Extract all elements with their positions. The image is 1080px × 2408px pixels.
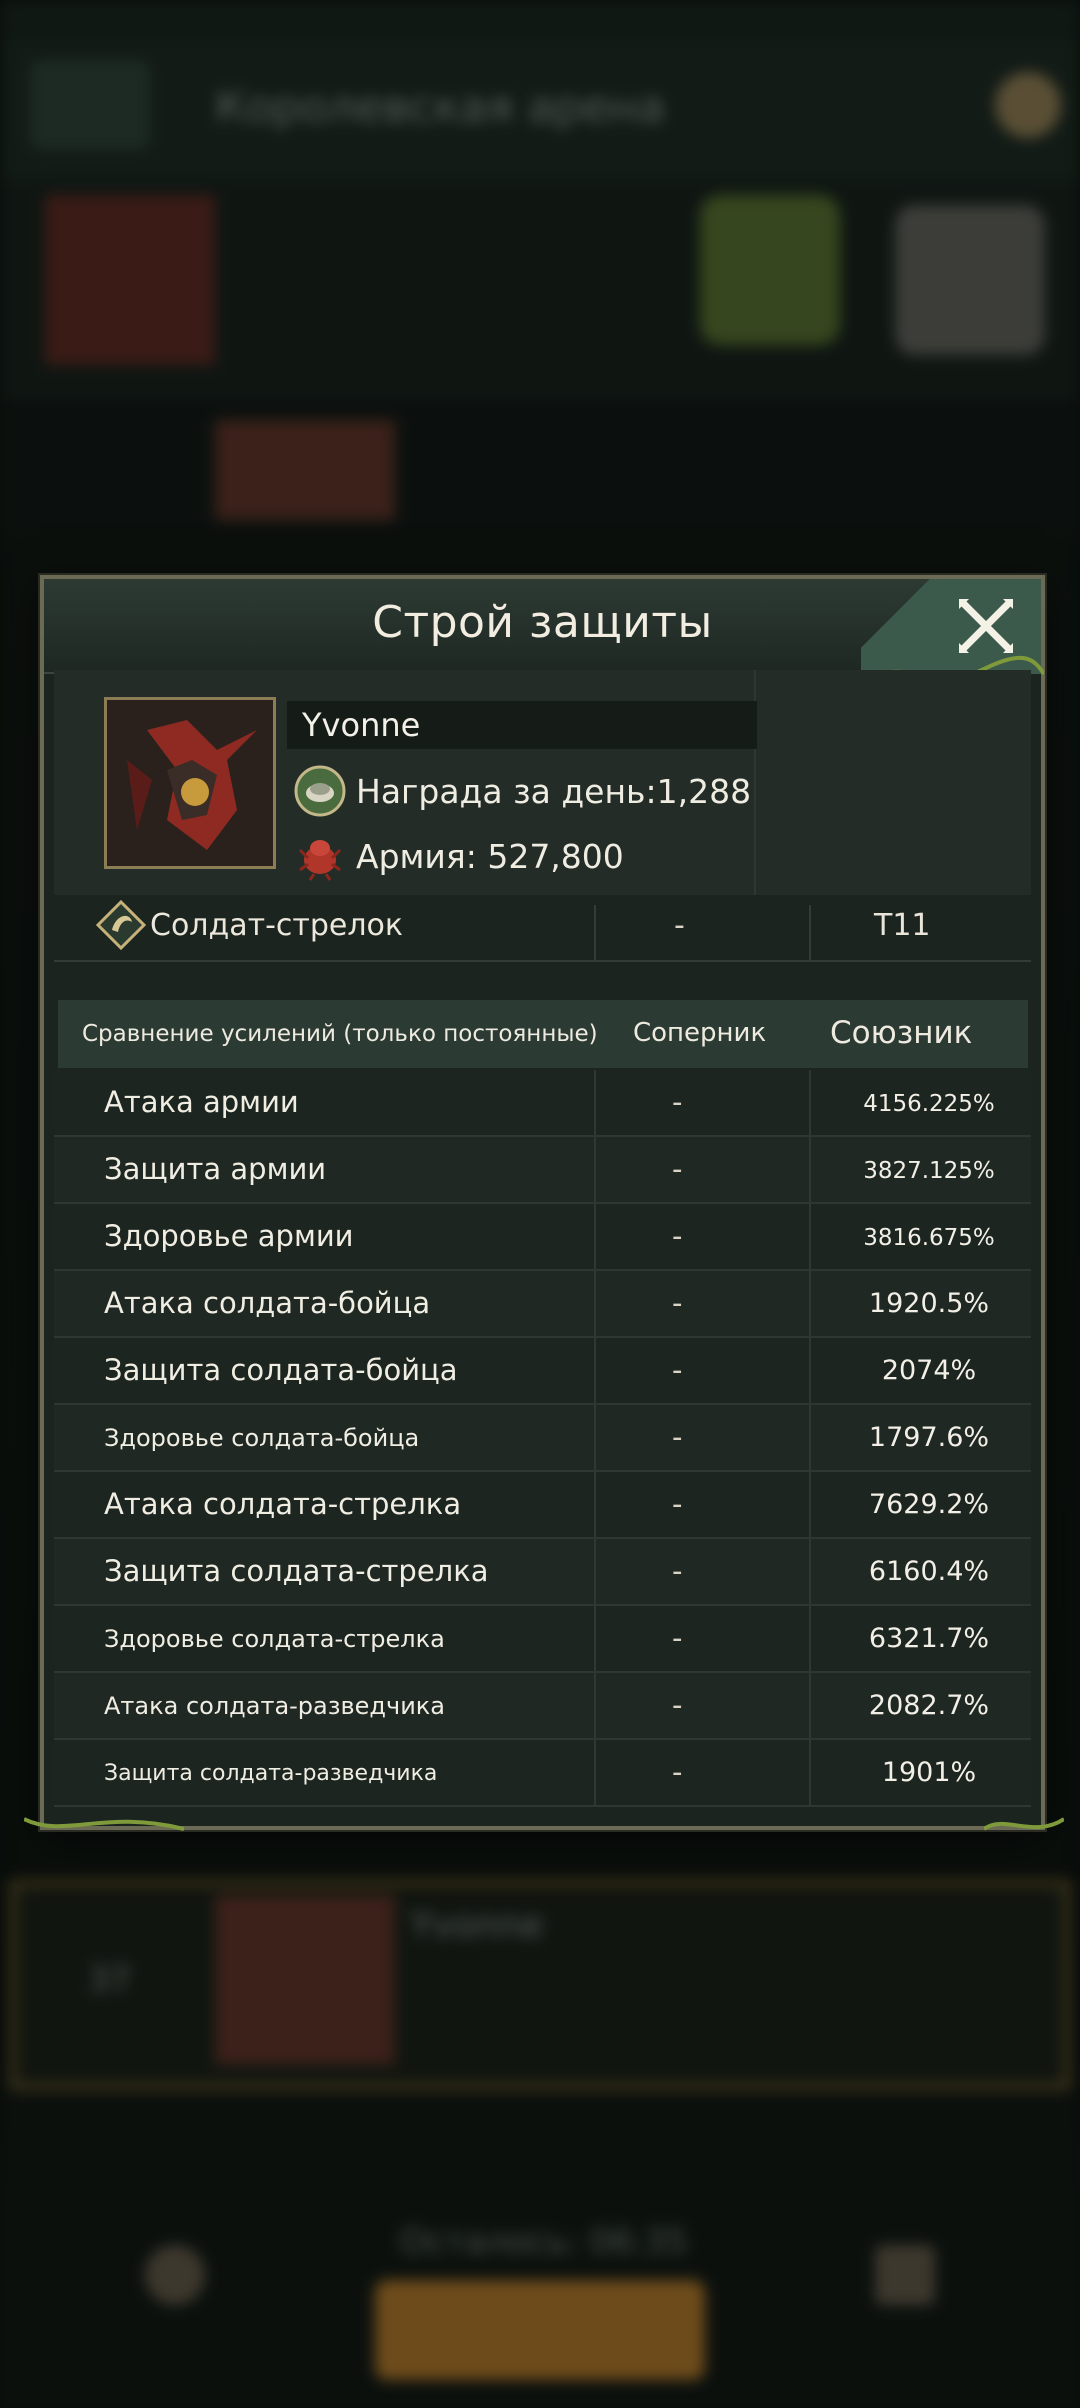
column-divider — [594, 1204, 596, 1269]
column-divider — [809, 1070, 811, 1135]
table-row: Защита армии - 3827.125% — [54, 1137, 1031, 1204]
column-divider — [594, 1338, 596, 1403]
stat-rival-value: - — [672, 1353, 683, 1387]
column-divider — [809, 905, 811, 960]
table-row: Защита солдата-разведчика - 1901% — [54, 1740, 1031, 1807]
stat-rival-value: - — [672, 1554, 683, 1588]
stat-name: Здоровье солдата-стрелка — [104, 1625, 445, 1653]
stat-rival-value: - — [672, 1487, 683, 1521]
table-row: Атака армии - 4156.225% — [54, 1070, 1031, 1137]
column-divider — [594, 1271, 596, 1336]
comparison-table-header: Сравнение усилений (только постоянные) С… — [58, 1000, 1028, 1068]
row-divider — [54, 960, 1031, 962]
column-divider — [809, 1539, 811, 1604]
column-divider — [809, 1606, 811, 1671]
header-rival: Соперник — [633, 1018, 767, 1048]
reward-coin-icon — [294, 765, 346, 817]
stat-name: Защита армии — [104, 1152, 327, 1186]
stat-name: Защита солдата-разведчика — [104, 1761, 438, 1786]
stat-ally-value: 2074% — [881, 1355, 977, 1386]
stat-rival-value: - — [672, 1219, 683, 1253]
stat-ally-value: 6160.4% — [868, 1556, 990, 1587]
column-divider — [809, 1673, 811, 1738]
table-row: Атака солдата-стрелка - 7629.2% — [54, 1472, 1031, 1539]
stat-ally-value: 2082.7% — [868, 1690, 990, 1721]
army-size-text: Армия: 527,800 — [356, 837, 624, 876]
header-bonus-comparison: Сравнение усилений (только постоянные) — [82, 1021, 598, 1047]
soldier-tier-value: T11 — [874, 908, 931, 943]
column-divider — [594, 1539, 596, 1604]
column-divider — [809, 1204, 811, 1269]
stat-ally-value: 1920.5% — [868, 1288, 990, 1319]
stat-ally-value: 6321.7% — [868, 1623, 990, 1654]
table-row: Атака солдата-бойца - 1920.5% — [54, 1271, 1031, 1338]
column-divider — [594, 1405, 596, 1470]
stat-name: Здоровье армии — [104, 1219, 354, 1253]
stat-name: Здоровье солдата-бойца — [104, 1424, 420, 1452]
table-row: Здоровье солдата-стрелка - 6321.7% — [54, 1606, 1031, 1673]
column-divider — [594, 1472, 596, 1537]
hero-portrait-icon — [107, 700, 273, 866]
stat-rival-value: - — [672, 1755, 683, 1789]
column-divider — [809, 1472, 811, 1537]
column-divider — [594, 905, 596, 960]
soldier-rival-value: - — [674, 908, 685, 943]
stat-rival-value: - — [672, 1085, 683, 1119]
soldier-type-label: Солдат-стрелок — [150, 908, 404, 943]
stat-rival-value: - — [672, 1688, 683, 1722]
stat-ally-value: 3827.125% — [863, 1158, 995, 1184]
stat-name: Атака солдата-стрелка — [104, 1487, 462, 1521]
column-divider — [594, 1740, 596, 1805]
stat-ally-value: 1901% — [881, 1757, 977, 1788]
column-divider — [594, 1606, 596, 1671]
stat-name: Атака армии — [104, 1085, 299, 1119]
stat-name: Атака солдата-бойца — [104, 1286, 431, 1320]
table-row: Здоровье армии - 3816.675% — [54, 1204, 1031, 1271]
column-divider — [809, 1740, 811, 1805]
column-divider — [594, 1070, 596, 1135]
ranged-soldier-icon — [96, 900, 146, 950]
stat-ally-value: 7629.2% — [868, 1489, 990, 1520]
column-divider — [809, 1405, 811, 1470]
player-name: Yvonne — [302, 706, 421, 744]
avatar[interactable] — [104, 697, 276, 869]
table-row: Защита солдата-бойца - 2074% — [54, 1338, 1031, 1405]
table-row: Здоровье солдата-бойца - 1797.6% — [54, 1405, 1031, 1472]
header-ally: Союзник — [830, 1015, 973, 1051]
column-divider — [809, 1338, 811, 1403]
table-row: Атака солдата-разведчика - 2082.7% — [54, 1673, 1031, 1740]
soldier-type-row: Солдат-стрелок - T11 — [54, 900, 1031, 955]
daily-reward-text: Награда за день:1,288 — [356, 772, 752, 811]
column-divider — [809, 1137, 811, 1202]
stat-name: Защита солдата-стрелка — [104, 1554, 489, 1588]
army-ant-icon — [298, 840, 342, 881]
stat-name: Атака солдата-разведчика — [104, 1692, 445, 1720]
stat-ally-value: 3816.675% — [863, 1225, 995, 1251]
stat-name: Защита солдата-бойца — [104, 1353, 458, 1387]
stat-rival-value: - — [672, 1621, 683, 1655]
column-divider — [594, 1673, 596, 1738]
comparison-table-body: Атака армии - 4156.225% Защита армии - 3… — [54, 1070, 1031, 1807]
stat-rival-value: - — [672, 1420, 683, 1454]
stat-ally-value: 4156.225% — [863, 1091, 995, 1117]
column-divider — [594, 1137, 596, 1202]
stat-ally-value: 1797.6% — [868, 1422, 990, 1453]
table-row: Защита солдата-стрелка - 6160.4% — [54, 1539, 1031, 1606]
stat-rival-value: - — [672, 1286, 683, 1320]
stat-rival-value: - — [672, 1152, 683, 1186]
dialog-content: Yvonne Награда за день:1,288 Армия: 527,… — [44, 575, 1041, 1826]
column-divider — [809, 1271, 811, 1336]
